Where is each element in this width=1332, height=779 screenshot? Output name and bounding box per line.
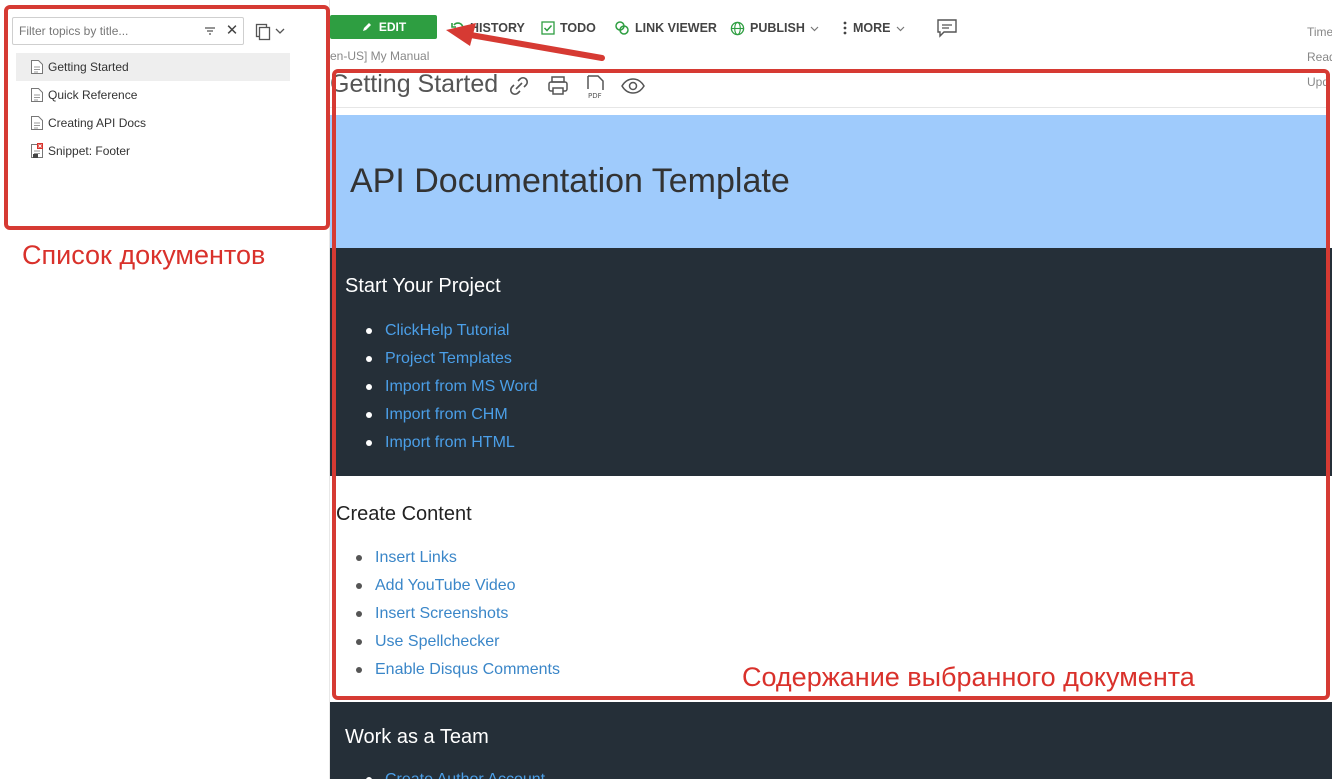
globe-icon xyxy=(730,21,745,35)
topic-item-creating-api-docs[interactable]: Creating API Docs xyxy=(16,109,290,137)
topic-item-label: Creating API Docs xyxy=(48,116,147,130)
copy-menu-icon[interactable] xyxy=(255,21,289,41)
more-button[interactable]: MORE xyxy=(842,17,905,39)
comments-button[interactable] xyxy=(936,17,958,39)
hero-title: API Documentation Template xyxy=(350,162,790,200)
pdf-icon[interactable]: PDF xyxy=(584,74,608,100)
section-heading: Start Your Project xyxy=(345,275,501,297)
chevron-down-icon xyxy=(810,26,819,31)
edit-button[interactable]: EDIT xyxy=(330,15,437,39)
link-insert-links[interactable]: Insert Links xyxy=(356,544,560,572)
page-title: Getting Started xyxy=(330,70,499,98)
link-list: ClickHelp Tutorial Project Templates Imp… xyxy=(366,317,538,457)
comment-icon xyxy=(937,19,957,38)
topic-title-row: Getting Started PDF xyxy=(330,70,1326,108)
link-viewer-button[interactable]: LINK VIEWER xyxy=(614,17,717,39)
link-clickhelp-tutorial[interactable]: ClickHelp Tutorial xyxy=(366,317,538,345)
document-icon xyxy=(31,116,43,130)
link-list: Insert Links Add YouTube Video Insert Sc… xyxy=(356,544,560,684)
section-start-your-project: Start Your Project ClickHelp Tutorial Pr… xyxy=(330,248,1332,476)
breadcrumb[interactable]: en-US] My Manual xyxy=(330,49,429,63)
link-import-chm[interactable]: Import from CHM xyxy=(366,401,538,429)
link-add-youtube-video[interactable]: Add YouTube Video xyxy=(356,572,560,600)
chevron-down-icon xyxy=(896,26,904,31)
link-viewer-icon xyxy=(615,21,629,35)
topic-item-getting-started[interactable]: Getting Started xyxy=(16,53,290,81)
topics-panel: ✕ Getting Started Quick Reference Creati… xyxy=(0,0,330,779)
print-icon[interactable] xyxy=(546,74,570,98)
topic-item-quick-reference[interactable]: Quick Reference xyxy=(16,81,290,109)
link-use-spellchecker[interactable]: Use Spellchecker xyxy=(356,628,560,656)
topic-item-label: Snippet: Footer xyxy=(48,144,131,158)
topic-tree: Getting Started Quick Reference Creating… xyxy=(16,53,290,165)
link-import-ms-word[interactable]: Import from MS Word xyxy=(366,373,538,401)
publish-button[interactable]: PUBLISH xyxy=(730,17,819,39)
annotation-caption-topics: Список документов xyxy=(22,240,266,270)
annotation-arrow xyxy=(446,23,605,61)
section-heading: Work as a Team xyxy=(345,726,489,748)
clear-filter-icon[interactable]: ✕ xyxy=(225,23,239,39)
topic-item-snippet-footer[interactable]: Snippet: Footer xyxy=(16,137,290,165)
topic-item-label: Quick Reference xyxy=(48,88,138,102)
link-insert-screenshots[interactable]: Insert Screenshots xyxy=(356,600,560,628)
link-list: Create Author Account xyxy=(366,766,545,779)
eye-icon[interactable] xyxy=(620,74,646,98)
document-icon xyxy=(31,60,43,74)
link-enable-disqus-comments[interactable]: Enable Disqus Comments xyxy=(356,656,560,684)
snippet-icon xyxy=(31,143,43,158)
link-icon[interactable] xyxy=(506,74,532,98)
hero-banner: API Documentation Template xyxy=(330,115,1326,248)
link-create-author-account[interactable]: Create Author Account xyxy=(366,766,545,779)
section-work-as-a-team: Work as a Team Create Author Account xyxy=(330,702,1332,779)
topic-item-label: Getting Started xyxy=(48,60,129,74)
filter-icon[interactable] xyxy=(203,24,217,38)
filter-box: ✕ xyxy=(12,17,244,45)
annotation-caption-content: Содержание выбранного документа xyxy=(742,662,1195,692)
more-vertical-icon xyxy=(843,21,847,35)
svg-text:PDF: PDF xyxy=(588,92,602,100)
link-import-html[interactable]: Import from HTML xyxy=(366,429,538,457)
link-project-templates[interactable]: Project Templates xyxy=(366,345,538,373)
pencil-icon xyxy=(362,23,371,31)
document-icon xyxy=(31,88,43,102)
section-heading: Create Content xyxy=(336,503,472,525)
filter-topics-input[interactable] xyxy=(19,18,199,44)
